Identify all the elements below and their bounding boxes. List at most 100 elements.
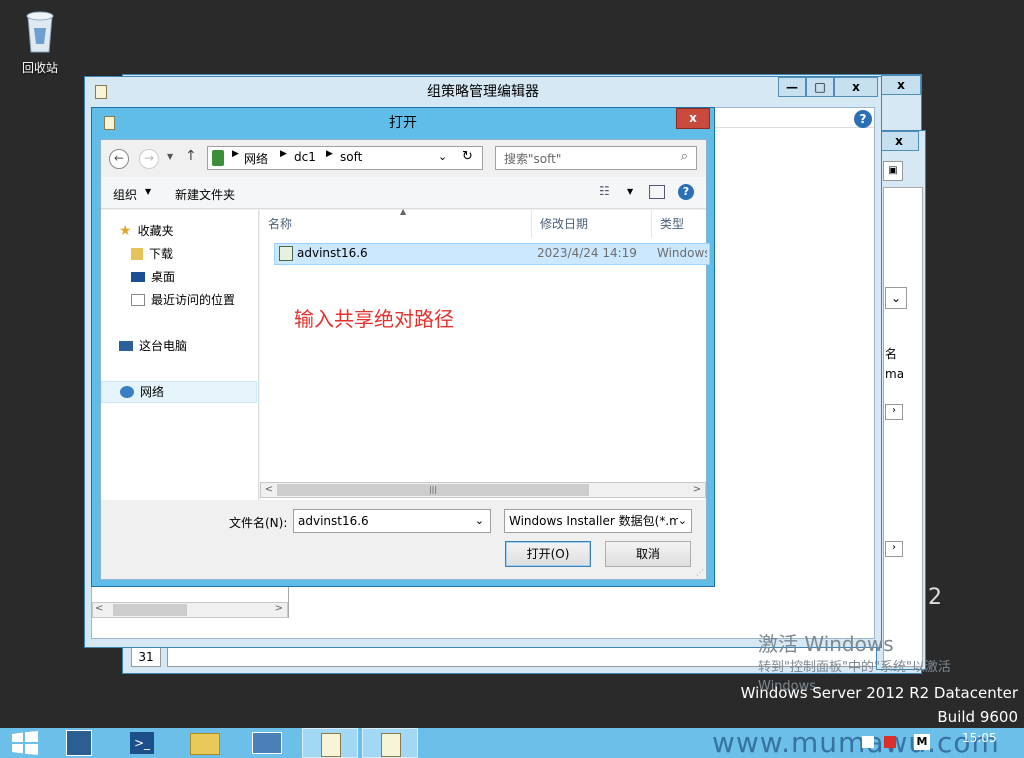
breadcrumb-dc1[interactable]: dc1 <box>294 150 316 164</box>
breadcrumb-separator-icon: ▶ <box>280 149 287 159</box>
file-list-pane: ▲ 名称 修改日期 类型 advinst16.6 2023/4/24 14:19… <box>260 207 710 500</box>
nav-label: 这台电脑 <box>139 339 188 353</box>
column-modified[interactable]: 修改日期 <box>532 210 652 238</box>
desktop-icon <box>131 272 145 282</box>
filename-input[interactable]: advinst16.6 ⌄ <box>293 509 491 533</box>
desktop-number: 2 <box>928 585 942 610</box>
cancel-button[interactable]: 取消 <box>605 541 691 567</box>
breadcrumb-root[interactable]: 网络 <box>244 150 268 167</box>
open-dialog: 打开 x ← → ▼ ↑ ▶ 网络 ▶ dc1 ▶ soft ⌄ ↻ 搜索"so… <box>91 107 715 587</box>
policy-editor-icon <box>321 733 341 757</box>
os-edition: Windows Server 2012 R2 Datacenter <box>740 684 1018 702</box>
back-button[interactable]: ← <box>109 149 129 169</box>
file-type: Windows <box>657 246 707 260</box>
navigation-pane: ★ 收藏夹 下载 桌面 最近访问的位置 这台电脑 网络 <box>101 210 259 500</box>
file-row[interactable]: advinst16.6 2023/4/24 14:19 Windows <box>274 243 710 265</box>
network-folder-icon <box>212 150 224 166</box>
scroll-thumb[interactable]: ||| <box>277 484 589 496</box>
right-close-button[interactable]: x <box>879 131 919 151</box>
address-bar[interactable]: ▶ 网络 ▶ dc1 ▶ soft ⌄ ↻ <box>207 146 483 170</box>
help-icon[interactable]: ? <box>854 110 872 128</box>
dialog-close-button[interactable]: x <box>676 108 710 129</box>
gpm-minimize-button[interactable]: — <box>778 77 806 97</box>
powershell-button[interactable]: >_ <box>116 728 172 758</box>
downloads-folder-icon <box>131 248 143 260</box>
nav-item-this-pc[interactable]: 这台电脑 <box>119 335 187 357</box>
nav-item-recent[interactable]: 最近访问的位置 <box>131 289 235 311</box>
recycle-bin-desktop-icon[interactable]: 回收站 <box>14 8 66 76</box>
resize-grip-icon[interactable]: ⋰ <box>696 568 704 577</box>
nav-item-desktop[interactable]: 桌面 <box>131 266 175 288</box>
server-manager-button[interactable] <box>54 728 110 758</box>
activation-title: 激活 Windows <box>758 632 894 656</box>
right-panel <box>883 187 923 667</box>
breadcrumb-soft[interactable]: soft <box>340 150 362 164</box>
column-type[interactable]: 类型 <box>652 210 706 238</box>
gpm-close-button[interactable]: x <box>834 77 878 97</box>
right-restore-icon[interactable]: ▣ <box>883 161 903 181</box>
start-button[interactable] <box>0 728 50 758</box>
preview-pane-icon[interactable] <box>649 185 665 199</box>
tray-ime-icon[interactable]: M <box>914 734 930 750</box>
star-icon: ★ <box>119 223 132 239</box>
organize-chevron-icon[interactable]: ▼ <box>145 187 151 196</box>
file-type-filter[interactable]: Windows Installer 数据包(*.m ⌄ <box>504 509 692 533</box>
tray-alert-icon[interactable] <box>884 736 896 748</box>
open-button[interactable]: 打开(O) <box>505 541 591 567</box>
search-box[interactable]: 搜索"soft" ⌕ <box>495 146 697 170</box>
filename-label: 文件名(N): <box>229 516 288 530</box>
nav-item-network[interactable]: 网络 <box>101 381 257 403</box>
refresh-icon[interactable]: ↻ <box>462 149 473 164</box>
filter-value: Windows Installer 数据包(*.m <box>509 514 681 528</box>
policy-editor-taskbar-button[interactable] <box>362 728 418 758</box>
scroll-left-arrow[interactable]: < <box>261 483 277 497</box>
recent-places-icon <box>131 294 145 306</box>
policy-editor-icon <box>381 733 401 757</box>
search-icon[interactable]: ⌕ <box>681 149 688 164</box>
filename-dropdown-chevron-icon[interactable]: ⌄ <box>475 510 484 532</box>
right-scroll-arrow-2[interactable]: › <box>885 541 903 557</box>
scroll-right-arrow[interactable]: > <box>275 603 283 614</box>
nav-label: 最近访问的位置 <box>151 293 236 307</box>
server-manager-icon <box>66 730 92 756</box>
view-options-icon[interactable]: ☷ <box>599 184 610 198</box>
file-list-hscroll[interactable]: < ||| > <box>260 482 706 498</box>
nav-label: 网络 <box>140 385 165 399</box>
dialog-title: 打开 <box>389 115 417 131</box>
up-arrow-icon[interactable]: ↑ <box>185 148 197 164</box>
gpm-maximize-button[interactable]: □ <box>806 77 834 97</box>
organize-button[interactable]: 组织 <box>113 186 137 203</box>
taskbar-clock[interactable]: 15:05 <box>962 731 997 745</box>
installer-file-icon <box>279 246 293 261</box>
os-build: Build 9600 <box>937 708 1018 726</box>
help-icon[interactable]: ? <box>678 184 694 200</box>
right-text-2: ma <box>885 367 905 381</box>
admin-tools-button[interactable] <box>240 728 296 758</box>
tray-network-icon[interactable] <box>862 736 874 748</box>
folder-icon <box>190 733 220 755</box>
background-close-button[interactable]: x <box>881 75 921 95</box>
recycle-bin-label: 回收站 <box>21 61 58 75</box>
nav-item-downloads[interactable]: 下载 <box>131 243 173 265</box>
column-name[interactable]: 名称 <box>260 210 532 238</box>
scroll-left-arrow[interactable]: < <box>95 603 103 614</box>
nav-item-favorites[interactable]: ★ 收藏夹 <box>119 220 174 242</box>
gpm-tree-hscroll[interactable]: < > <box>92 602 288 618</box>
right-dropdown[interactable]: ⌄ <box>885 287 907 309</box>
view-chevron-icon[interactable]: ▼ <box>627 187 633 196</box>
dialog-client: ← → ▼ ↑ ▶ 网络 ▶ dc1 ▶ soft ⌄ ↻ 搜索"soft" ⌕… <box>100 139 710 580</box>
scroll-thumb[interactable] <box>113 604 187 616</box>
right-partial-window: x ▣ ⌄ 名 ma › › <box>876 130 926 670</box>
search-placeholder: 搜索"soft" <box>504 152 562 166</box>
forward-button[interactable]: → <box>139 149 159 169</box>
gpm-title: 组策略管理编辑器 <box>427 84 539 100</box>
right-scroll-arrow[interactable]: › <box>885 404 903 420</box>
address-dropdown-chevron-icon[interactable]: ⌄ <box>438 150 447 163</box>
gpm-taskbar-button[interactable] <box>302 728 358 758</box>
explorer-button[interactable] <box>178 728 234 758</box>
filter-dropdown-chevron-icon[interactable]: ⌄ <box>677 510 687 532</box>
recent-locations-chevron-icon[interactable]: ▼ <box>167 152 173 161</box>
new-folder-button[interactable]: 新建文件夹 <box>175 186 235 203</box>
recycle-bin-icon <box>26 11 54 53</box>
scroll-right-arrow[interactable]: > <box>689 483 705 497</box>
